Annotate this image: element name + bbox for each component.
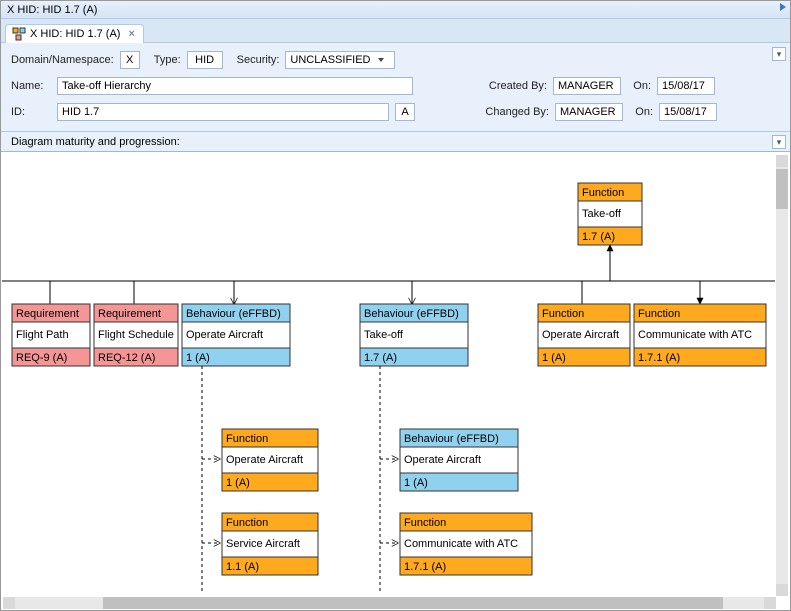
node-req2[interactable]: Requirement Flight Schedule REQ-12 (A)	[94, 304, 178, 366]
node-func1[interactable]: Function Operate Aircraft 1 (A)	[538, 304, 630, 366]
svg-text:REQ-12 (A): REQ-12 (A)	[98, 352, 155, 364]
node-beh2[interactable]: Behaviour (eFFBD) Take-off 1.7 (A)	[360, 304, 468, 366]
svg-text:Function: Function	[404, 517, 446, 529]
name-label: Name:	[11, 80, 51, 92]
node-beh1[interactable]: Behaviour (eFFBD) Operate Aircraft 1 (A)	[182, 304, 290, 366]
scroll-left-icon[interactable]	[3, 597, 15, 609]
title-text: X HID: HID 1.7 (A)	[7, 4, 97, 16]
node-func2[interactable]: Function Communicate with ATC 1.7.1 (A)	[634, 304, 766, 366]
node-sub1[interactable]: Function Operate Aircraft 1 (A)	[222, 429, 318, 491]
svg-text:Service Aircraft: Service Aircraft	[226, 538, 300, 550]
created-by-field: MANAGER	[553, 77, 621, 95]
security-label: Security:	[237, 54, 280, 66]
id-field[interactable]: HID 1.7	[57, 103, 389, 121]
svg-text:Requirement: Requirement	[98, 308, 161, 320]
svg-text:1 (A): 1 (A)	[226, 477, 250, 489]
svg-text:1 (A): 1 (A)	[542, 352, 566, 364]
maturity-label: Diagram maturity and progression:	[11, 136, 180, 148]
svg-text:Operate Aircraft: Operate Aircraft	[186, 329, 263, 341]
id-label: ID:	[11, 106, 51, 118]
close-icon[interactable]: ×	[128, 28, 134, 40]
svg-text:Flight Schedule: Flight Schedule	[98, 329, 174, 341]
node-sub4[interactable]: Function Communicate with ATC 1.7.1 (A)	[400, 513, 532, 575]
svg-text:Take-off: Take-off	[364, 329, 404, 341]
chevron-down-icon	[378, 58, 384, 62]
svg-text:Communicate with ATC: Communicate with ATC	[638, 329, 752, 341]
vertical-scrollbar[interactable]	[776, 155, 788, 596]
svg-text:1.7 (A): 1.7 (A)	[582, 231, 615, 243]
scroll-right-icon[interactable]	[780, 3, 786, 11]
svg-text:Function: Function	[582, 187, 624, 199]
type-field[interactable]: HID	[187, 51, 223, 69]
form-panel: ▾ Domain/Namespace: X Type: HID Security…	[1, 43, 790, 132]
svg-text:Operate Aircraft: Operate Aircraft	[226, 454, 303, 466]
maturity-bar: Diagram maturity and progression: ▾	[1, 132, 790, 152]
diagram-canvas[interactable]: Function Take-off 1.7 (A) Requirement Fl…	[2, 153, 789, 597]
node-top-function[interactable]: Function Take-off 1.7 (A)	[578, 183, 642, 245]
maturity-collapse-button[interactable]: ▾	[772, 135, 786, 149]
svg-text:Operate Aircraft: Operate Aircraft	[404, 454, 481, 466]
changed-by-label: Changed By:	[477, 106, 549, 118]
type-label: Type:	[154, 54, 181, 66]
security-value: UNCLASSIFIED	[290, 54, 370, 66]
svg-text:Take-off: Take-off	[582, 208, 622, 220]
scroll-thumb-h[interactable]	[103, 597, 723, 609]
name-field[interactable]: Take-off Hierarchy	[57, 77, 413, 95]
scroll-thumb[interactable]	[776, 169, 788, 209]
tab-label: X HID: HID 1.7 (A)	[30, 28, 120, 40]
scroll-down-icon[interactable]	[776, 584, 788, 596]
svg-text:Operate Aircraft: Operate Aircraft	[542, 329, 619, 341]
tab-active[interactable]: X HID: HID 1.7 (A) ×	[5, 24, 144, 43]
domain-label: Domain/Namespace:	[11, 54, 114, 66]
changed-on-field: 15/08/17	[659, 103, 717, 121]
horizontal-scrollbar[interactable]	[3, 597, 776, 609]
svg-text:1.7.1 (A): 1.7.1 (A)	[638, 352, 680, 364]
changed-on-label: On:	[629, 106, 653, 118]
svg-text:1 (A): 1 (A)	[186, 352, 210, 364]
svg-text:Function: Function	[226, 433, 268, 445]
svg-text:REQ-9 (A): REQ-9 (A)	[16, 352, 67, 364]
svg-text:Flight Path: Flight Path	[16, 329, 69, 341]
scroll-right-icon[interactable]	[764, 597, 776, 609]
collapse-button[interactable]: ▾	[772, 47, 786, 61]
svg-text:Communicate with ATC: Communicate with ATC	[404, 538, 518, 550]
created-on-label: On:	[627, 80, 651, 92]
svg-text:Requirement: Requirement	[16, 308, 79, 320]
svg-text:Behaviour (eFFBD): Behaviour (eFFBD)	[364, 308, 459, 320]
svg-text:1.1 (A): 1.1 (A)	[226, 561, 259, 573]
svg-text:Behaviour (eFFBD): Behaviour (eFFBD)	[404, 433, 499, 445]
svg-text:Function: Function	[638, 308, 680, 320]
created-by-label: Created By:	[475, 80, 547, 92]
node-sub3[interactable]: Behaviour (eFFBD) Operate Aircraft 1 (A)	[400, 429, 518, 491]
id-suffix-field[interactable]: A	[395, 103, 415, 121]
changed-by-field: MANAGER	[555, 103, 623, 121]
svg-text:Function: Function	[542, 308, 584, 320]
svg-text:1.7 (A): 1.7 (A)	[364, 352, 397, 364]
node-req1[interactable]: Requirement Flight Path REQ-9 (A)	[12, 304, 90, 366]
svg-text:Behaviour (eFFBD): Behaviour (eFFBD)	[186, 308, 281, 320]
svg-text:1 (A): 1 (A)	[404, 477, 428, 489]
diagram-icon	[12, 27, 26, 41]
title-bar: X HID: HID 1.7 (A)	[1, 1, 790, 19]
svg-text:Function: Function	[226, 517, 268, 529]
tab-bar: X HID: HID 1.7 (A) ×	[1, 19, 790, 43]
node-sub2[interactable]: Function Service Aircraft 1.1 (A)	[222, 513, 318, 575]
svg-text:1.7.1 (A): 1.7.1 (A)	[404, 561, 446, 573]
security-dropdown[interactable]: UNCLASSIFIED	[285, 51, 395, 69]
created-on-field: 15/08/17	[657, 77, 715, 95]
domain-field[interactable]: X	[120, 51, 140, 69]
scroll-up-icon[interactable]	[776, 155, 788, 167]
